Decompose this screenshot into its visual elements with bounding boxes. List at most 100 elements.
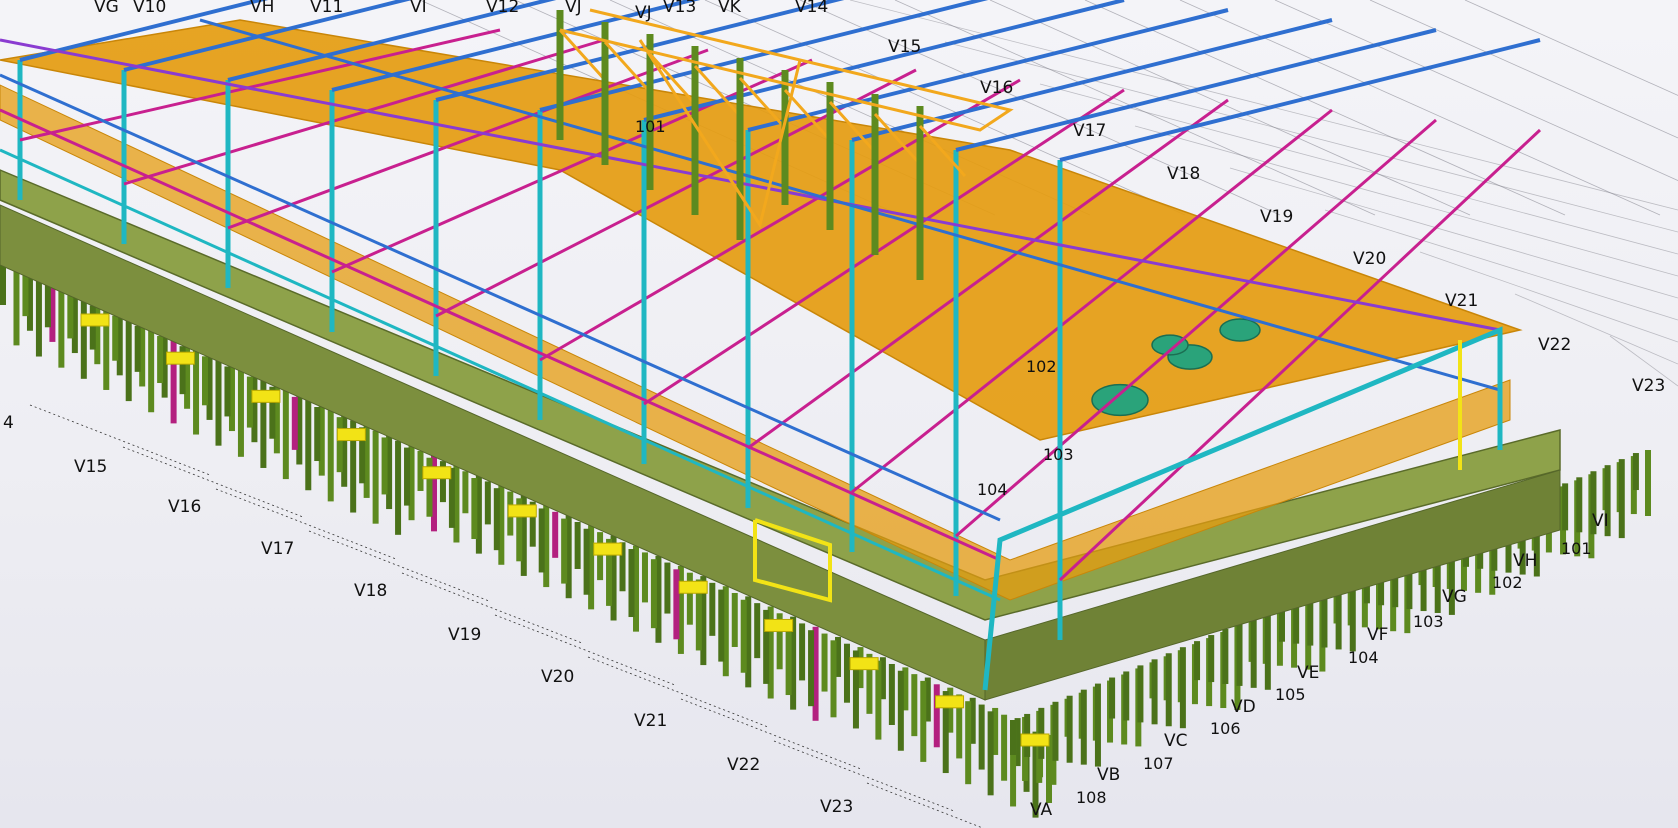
pile-cap: [935, 695, 965, 709]
pile: [641, 552, 648, 603]
tank-disc: [1219, 318, 1261, 342]
axis-dashed-line: [122, 446, 304, 518]
pile: [843, 643, 850, 703]
pile: [597, 532, 604, 581]
pile: [404, 447, 411, 506]
pile-cap: [507, 504, 537, 518]
pile: [1618, 459, 1625, 539]
grid-label-vg-top: VG: [94, 0, 119, 17]
grid-label-v16-bottom: V16: [168, 497, 201, 517]
pile-cap: [336, 428, 366, 442]
pile: [112, 315, 119, 361]
pile: [80, 298, 87, 379]
grid-label-v19-top: V19: [1260, 207, 1293, 227]
pile: [561, 518, 568, 584]
pile: [493, 488, 500, 551]
pile: [1562, 483, 1569, 531]
pile: [1194, 641, 1201, 681]
level-label-102-mid: 102: [1026, 357, 1057, 376]
level-label-102-right: 102: [1492, 573, 1523, 592]
pile: [1151, 659, 1158, 725]
pile: [911, 674, 918, 737]
pile: [1208, 635, 1215, 683]
pile: [89, 305, 96, 350]
pile: [888, 663, 895, 725]
pile: [237, 369, 244, 457]
pile: [1250, 616, 1257, 688]
structure-model-canvas[interactable]: VG V10 VH V11 VI V12 VJ VJ V13 VK V14 V1…: [0, 0, 1678, 828]
pile: [686, 572, 693, 625]
grid-label-vj-a: VJ: [565, 0, 582, 17]
grid-label-v16-top: V16: [980, 78, 1013, 98]
pile: [965, 701, 972, 785]
pile: [821, 633, 828, 692]
pile: [920, 680, 927, 762]
pile: [381, 437, 388, 495]
level-label-104-mid: 104: [977, 480, 1008, 499]
model-viewport[interactable]: VG V10 VH V11 VI V12 VJ VJ V13 VK V14 V1…: [0, 0, 1678, 828]
pile: [1080, 689, 1087, 765]
pile: [1123, 671, 1130, 721]
grid-label-v10: V10: [133, 0, 166, 17]
axis-dashed-line: [494, 614, 676, 686]
level-label-104-right: 104: [1348, 648, 1379, 667]
pile: [58, 288, 65, 368]
pile: [1236, 622, 1243, 686]
pile: [650, 559, 657, 629]
pile: [799, 623, 806, 681]
grid-label-vc: VC: [1164, 731, 1188, 751]
grid-label-v13: V13: [663, 0, 696, 17]
pile: [731, 592, 738, 647]
steel-rafter: [747, 8, 1229, 132]
pile: [291, 396, 298, 450]
grid-label-v21-bottom: V21: [634, 711, 667, 731]
pile: [125, 319, 132, 402]
pile: [1632, 453, 1639, 491]
level-label-108: 108: [1076, 788, 1107, 807]
pile: [987, 711, 994, 796]
pile: [157, 336, 164, 384]
pile: [1010, 720, 1016, 755]
grid-label-vj-b: VJ: [635, 3, 652, 23]
grid-label-vg-right: VG: [1442, 587, 1467, 607]
grid-label-v14-left: 4: [3, 413, 14, 433]
grid-label-vf: VF: [1367, 625, 1388, 645]
gridline: [1369, 0, 1678, 139]
pile: [336, 417, 343, 473]
pile-cap: [593, 542, 623, 556]
pile-cap: [678, 580, 708, 594]
grid-label-vd: VD: [1231, 697, 1256, 717]
pile: [148, 329, 155, 413]
grid-label-v18-bottom: V18: [354, 581, 387, 601]
grid-label-vi-top: VI: [410, 0, 427, 17]
pile: [202, 356, 209, 406]
pile: [552, 511, 559, 558]
level-label-101-right: 101: [1561, 539, 1592, 558]
pile: [1137, 665, 1144, 723]
pile: [1179, 647, 1186, 729]
pile: [67, 295, 74, 339]
pile: [1645, 450, 1651, 516]
grid-label-v22-top: V22: [1538, 335, 1571, 355]
grid-label-v11: V11: [310, 0, 343, 17]
pile-cap: [80, 313, 110, 327]
grid-label-vh-right: VH: [1513, 551, 1537, 571]
pile: [1222, 628, 1229, 684]
pile: [628, 549, 635, 618]
pile: [718, 589, 725, 662]
pile: [305, 400, 312, 491]
axis-dashed-line: [773, 740, 955, 812]
axis-dashed-line: [401, 572, 583, 644]
pile: [0, 265, 6, 305]
grid-label-v19-bottom: V19: [448, 625, 481, 645]
pile-cap: [1020, 733, 1050, 747]
pile: [754, 603, 761, 659]
level-label-101-top: 101: [635, 117, 666, 136]
pile: [1576, 477, 1583, 533]
axis-dashed-line: [308, 530, 490, 602]
pile: [709, 582, 716, 636]
pile: [875, 660, 882, 740]
steel-rafter: [1059, 38, 1541, 162]
pile: [215, 359, 222, 446]
gridline: [1274, 0, 1678, 181]
